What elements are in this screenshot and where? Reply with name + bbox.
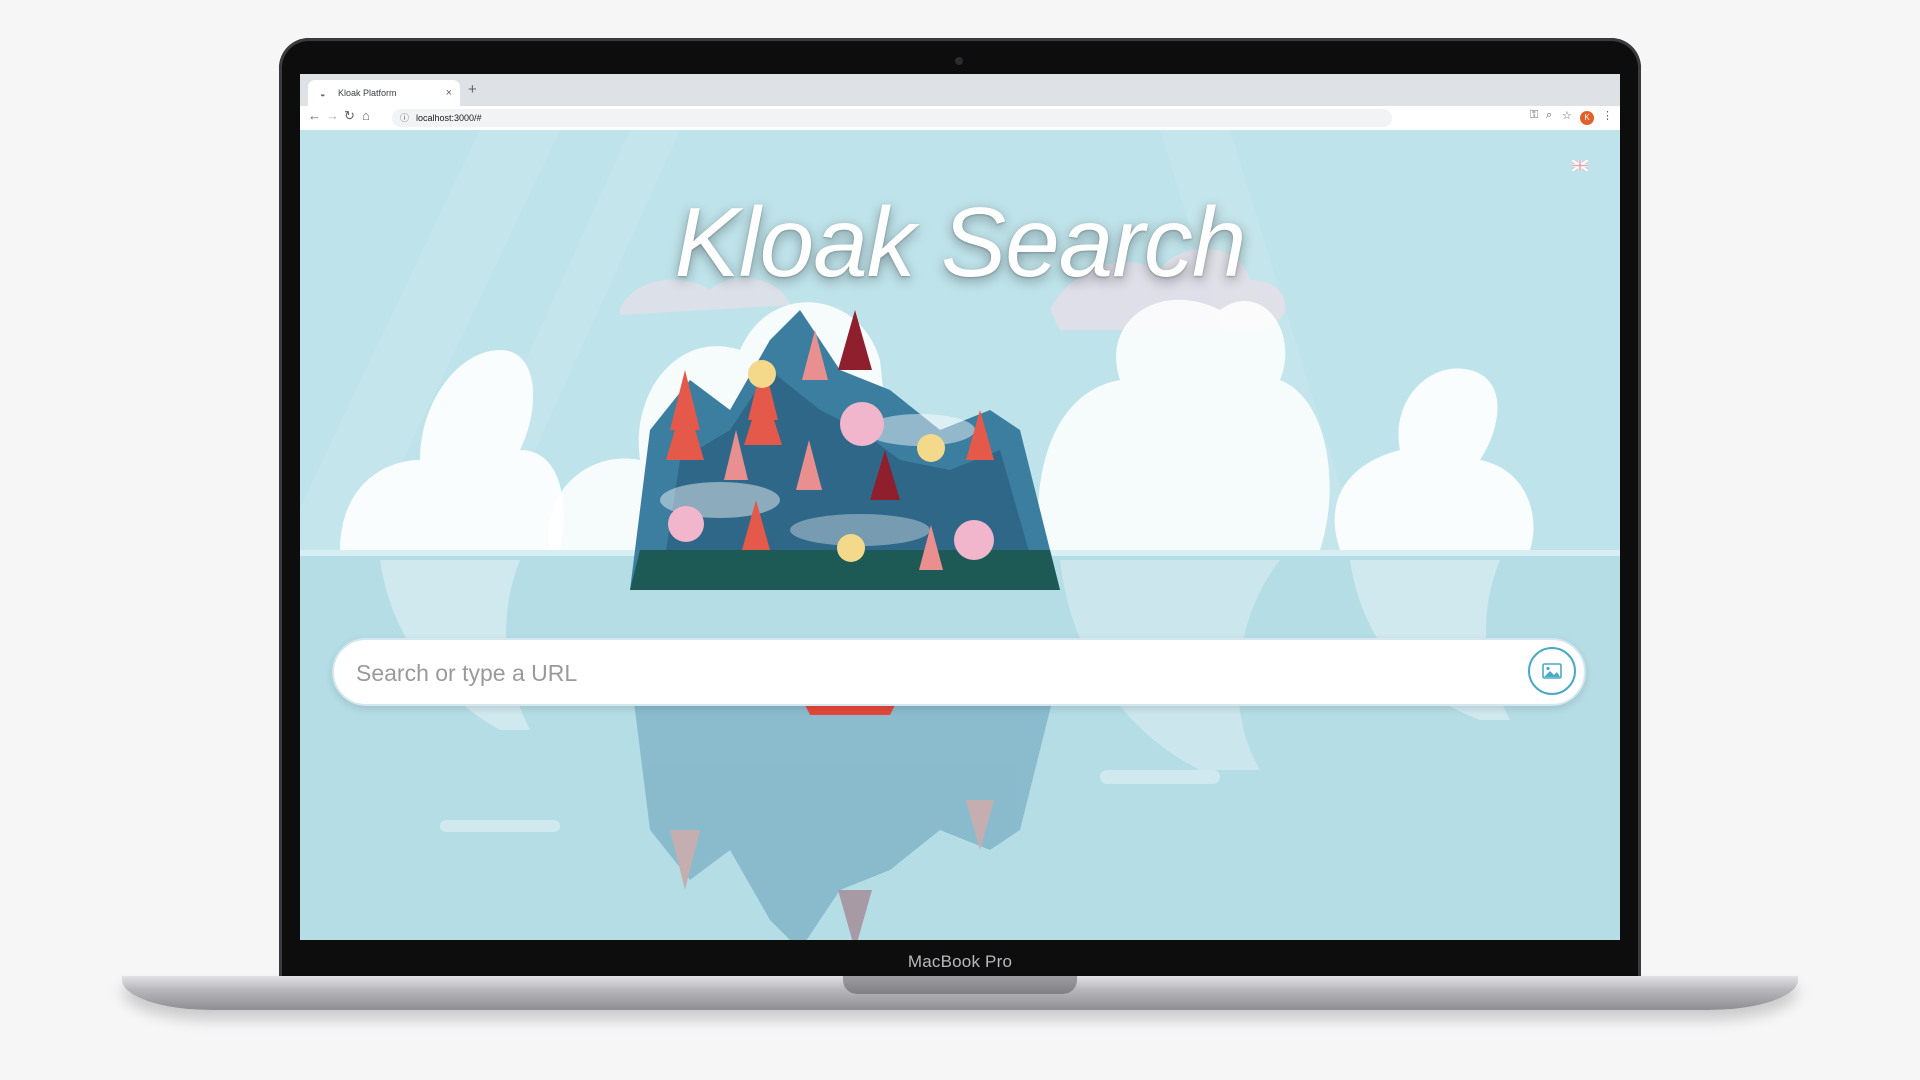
browser-toolbar: ← → ↻ ⌂ ⓘ localhost:3000/# ⚿ ⌕ ☆ K ⋮: [300, 106, 1620, 131]
browser-tab[interactable]: ◒ Kloak Platform ×: [308, 80, 460, 106]
image-search-button[interactable]: [1528, 647, 1576, 695]
menu-icon[interactable]: ⋮: [1602, 109, 1613, 122]
laptop-lid: ◒ Kloak Platform × + ← → ↻ ⌂ ⓘ localhost…: [279, 38, 1641, 980]
forward-icon[interactable]: →: [326, 108, 339, 123]
page-title: Kloak Search: [674, 187, 1247, 297]
new-tab-button[interactable]: +: [468, 81, 477, 98]
tab-title: Kloak Platform: [338, 88, 397, 98]
key-icon[interactable]: ⚿: [1530, 109, 1538, 122]
browser-tabstrip: ◒ Kloak Platform × +: [300, 74, 1620, 106]
zoom-icon[interactable]: ⌕: [1546, 109, 1552, 122]
search-bar: [332, 638, 1586, 706]
search-input[interactable]: [354, 654, 1488, 692]
image-icon: [1542, 663, 1562, 679]
tab-close-icon[interactable]: ×: [446, 87, 452, 99]
favicon-icon: ◒: [320, 89, 326, 99]
language-flag-icon[interactable]: [1572, 160, 1588, 171]
laptop-notch: [843, 976, 1077, 994]
reload-icon[interactable]: ↻: [344, 108, 355, 124]
device-label: MacBook Pro: [907, 952, 1013, 971]
home-icon[interactable]: ⌂: [362, 108, 370, 123]
profile-avatar[interactable]: K: [1580, 111, 1594, 125]
kloak-page: Kloak Search: [300, 130, 1620, 940]
address-url: localhost:3000/#: [416, 113, 482, 123]
back-icon[interactable]: ←: [308, 108, 321, 123]
bookmark-star-icon[interactable]: ☆: [1562, 109, 1572, 122]
webcam: [955, 57, 963, 65]
info-icon[interactable]: ⓘ: [400, 109, 409, 127]
screen: ◒ Kloak Platform × + ← → ↻ ⌂ ⓘ localhost…: [300, 74, 1620, 940]
address-bar[interactable]: ⓘ localhost:3000/#: [392, 109, 1392, 127]
